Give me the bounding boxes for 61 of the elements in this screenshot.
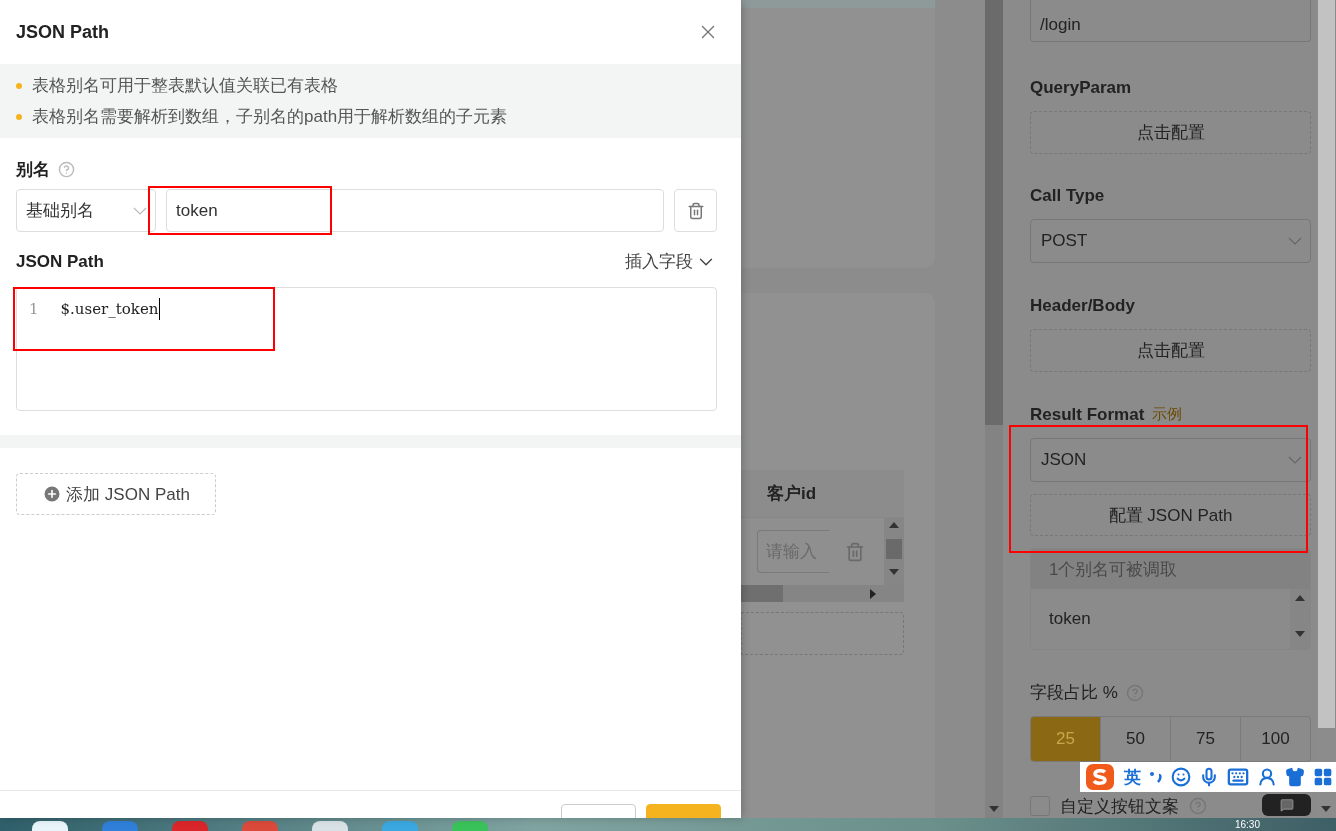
bullet-icon: [16, 82, 22, 89]
plus-icon: [42, 484, 63, 504]
grid-icon[interactable]: [1313, 767, 1333, 787]
delete-button[interactable]: [674, 189, 717, 232]
ime-logo-icon[interactable]: [1084, 762, 1116, 792]
message-icon: [1279, 798, 1294, 812]
json-path-label: JSON Path: [16, 251, 104, 272]
field-label: Call Type: [1030, 185, 1106, 208]
alias-input[interactable]: token: [166, 189, 664, 232]
trash-icon[interactable]: [845, 541, 865, 562]
vertical-scrollbar[interactable]: [884, 518, 904, 585]
alias-type-select[interactable]: 基础别名: [16, 189, 156, 232]
configure-button[interactable]: 点击配置: [1030, 110, 1311, 154]
drawer-title: JSON Path: [16, 21, 110, 43]
shirt-icon[interactable]: [1285, 767, 1305, 787]
checkbox[interactable]: [1030, 796, 1050, 817]
ratio-option[interactable]: 75: [1171, 715, 1241, 762]
help-icon[interactable]: [58, 161, 75, 178]
ratio-option[interactable]: 100: [1241, 715, 1311, 762]
chevron-down-icon: [133, 206, 147, 215]
column-header: 客户id: [767, 483, 817, 505]
checkbox-label: 自定义按钮文案: [1060, 795, 1179, 818]
list-scrollbar[interactable]: [1290, 589, 1310, 649]
microphone-icon[interactable]: [1199, 767, 1219, 787]
code-text: $.user_token: [60, 299, 159, 320]
notice-text: 表格别名可用于整表默认值关联已有表格: [32, 75, 338, 97]
emoji-icon[interactable]: [1171, 767, 1191, 787]
add-json-path-button[interactable]: 添加 JSON Path: [16, 473, 216, 515]
field-label: Header/Body: [1030, 295, 1136, 318]
user-icon[interactable]: [1257, 767, 1277, 787]
field-label: QueryParam: [1030, 76, 1133, 99]
configure-button[interactable]: 点击配置: [1030, 329, 1311, 372]
app-icon[interactable]: [312, 821, 348, 831]
ratio-option[interactable]: 50: [1101, 715, 1171, 762]
url-textarea[interactable]: /login: [1030, 0, 1311, 42]
page-scrollbar[interactable]: [985, 0, 1003, 818]
punctuation-icon[interactable]: [1149, 769, 1163, 785]
bullet-icon: [16, 113, 22, 120]
field-label: Result Format: [1030, 404, 1145, 425]
alias-item[interactable]: token: [1031, 589, 1290, 649]
app-icon[interactable]: [32, 821, 68, 831]
ime-mode[interactable]: 英: [1124, 765, 1141, 789]
clock: 16:30: [1234, 818, 1260, 831]
line-number: 1: [29, 300, 39, 318]
field-label: 字段占比 %: [1030, 682, 1118, 705]
configure-json-path-button[interactable]: 配置 JSON Path: [1030, 493, 1311, 537]
insert-field-dropdown[interactable]: 插入字段: [625, 250, 717, 273]
text-cursor: [159, 298, 161, 320]
keyboard-icon[interactable]: [1227, 766, 1249, 788]
trash-icon: [686, 201, 705, 220]
horizontal-scrollbar[interactable]: [741, 585, 904, 602]
notice-text: 表格别名需要解析到数组，子别名的path用于解析数组的子元素: [32, 106, 508, 128]
chevron-down-icon: [1288, 237, 1302, 246]
alias-count: 1个别名可被调取: [1049, 558, 1178, 581]
chat-button[interactable]: [1262, 794, 1311, 816]
alias-label: 别名: [16, 159, 50, 181]
example-link[interactable]: 示例: [1152, 405, 1183, 425]
code-editor[interactable]: 1 $.user_token: [16, 287, 717, 411]
result-format-select[interactable]: JSON: [1030, 437, 1311, 482]
call-type-select[interactable]: POST: [1030, 219, 1311, 264]
chevron-down-icon: [1288, 455, 1302, 464]
